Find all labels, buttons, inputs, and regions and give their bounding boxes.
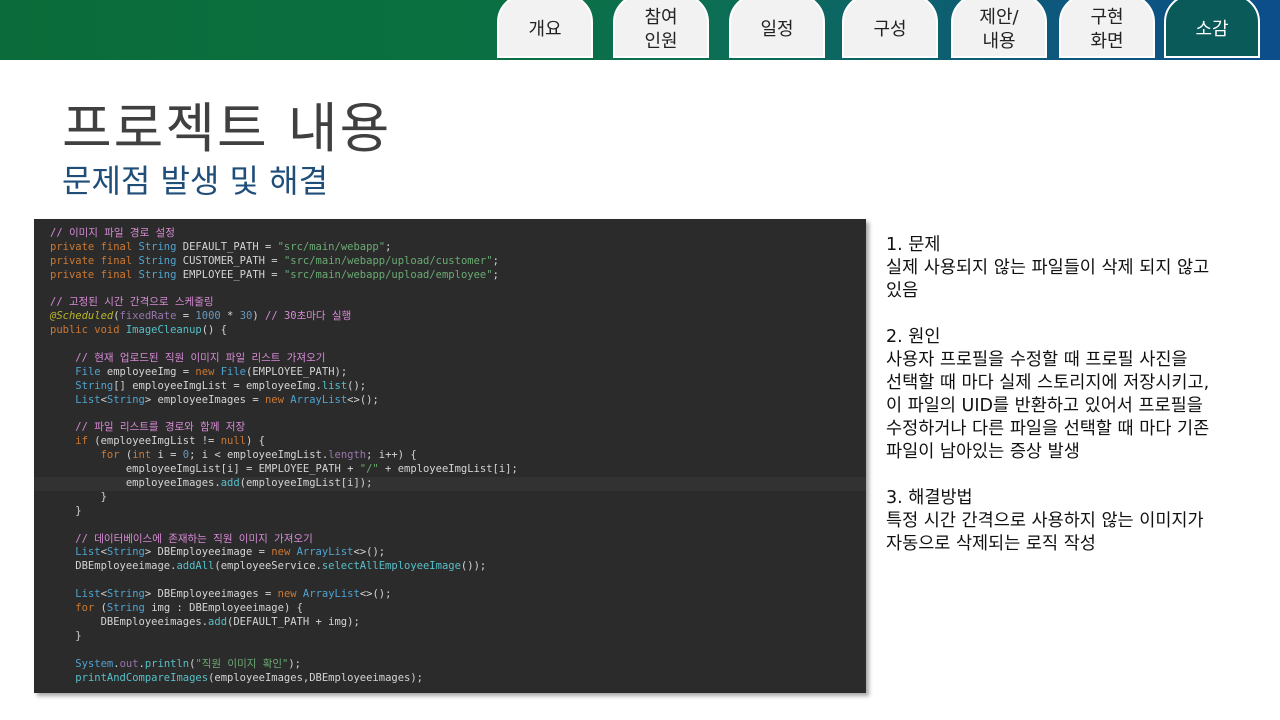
code-line: } xyxy=(50,490,107,503)
note-heading: 2. 원인 xyxy=(886,327,941,347)
code-line: private final String CUSTOMER_PATH = "sr… xyxy=(50,254,499,267)
code-line: public void ImageCleanup() { xyxy=(50,324,228,337)
note-body: 특정 시간 간격으로 사용하지 않는 이미지가 자동으로 삭제되는 로직 작성 xyxy=(886,511,1204,554)
note-body: 사용자 프로필을 수정할 때 프로필 사진을 선택할 때 마다 실제 스토리지에… xyxy=(886,350,1210,462)
note-cause: 2. 원인 사용자 프로필을 수정할 때 프로필 사진을 선택할 때 마다 실제… xyxy=(886,326,1266,464)
code-line: System.out.println("직원 이미지 확인"); xyxy=(75,657,302,670)
tab-reflection[interactable]: 소감 xyxy=(1164,0,1260,58)
tab-schedule-label: 일정 xyxy=(760,19,794,40)
code-line: if (employeeImgList != null) { xyxy=(75,435,265,448)
page-title: 프로젝트 내용 xyxy=(62,97,392,160)
code-line: // 고정된 시간 간격으로 스케줄링 xyxy=(50,296,214,309)
code-line: } xyxy=(50,629,82,642)
code-line: for (int i = 0; i < employeeImgList.leng… xyxy=(100,449,417,462)
code-line: // 데이터베이스에 존재하는 직원 이미지 가져오기 xyxy=(75,532,313,545)
tab-proposal[interactable]: 제안/ 내용 xyxy=(951,0,1047,58)
code-line: File employeeImg = new File(EMPLOYEE_PAT… xyxy=(75,365,348,378)
code-line: String[] employeeImgList = employeeImg.l… xyxy=(75,379,367,392)
note-heading: 3. 해결방법 xyxy=(886,488,973,508)
tab-structure[interactable]: 구성 xyxy=(842,0,938,58)
code-line: employeeImages.add(employeeImgList[i]); xyxy=(34,477,866,491)
code-line: @Scheduled(fixedRate = 1000 * 30) // 30초… xyxy=(50,310,352,323)
code-line: printAndCompareImages(employeeImages,DBE… xyxy=(75,671,423,684)
tab-implementation-label: 구현 화면 xyxy=(1090,7,1124,52)
page-subtitle: 문제점 발생 및 해결 xyxy=(62,162,329,200)
note-solution: 3. 해결방법 특정 시간 간격으로 사용하지 않는 이미지가 자동으로 삭제되… xyxy=(886,487,1266,556)
tab-members[interactable]: 참여 인원 xyxy=(613,0,709,58)
section-tabs: 개요 참여 인원 일정 구성 제안/ 내용 구현 화면 소감 xyxy=(0,0,1280,60)
tab-members-label: 참여 인원 xyxy=(644,7,678,52)
note-heading: 1. 문제 xyxy=(886,235,941,255)
code-line: DBEmployeeimage.addAll(employeeService.s… xyxy=(50,560,487,573)
code-line: DBEmployeeimages.add(DEFAULT_PATH + img)… xyxy=(50,615,360,628)
code-line: private final String DEFAULT_PATH = "src… xyxy=(50,240,392,253)
note-body: 실제 사용되지 않는 파일들이 삭제 되지 않고 있음 xyxy=(886,258,1210,301)
code-line: employeeImgList[i] = EMPLOYEE_PATH + "/"… xyxy=(50,463,518,476)
tab-structure-label: 구성 xyxy=(873,19,907,40)
code-line: // 파일 리스트를 경로와 함께 저장 xyxy=(75,421,246,434)
tab-implementation[interactable]: 구현 화면 xyxy=(1059,0,1155,58)
code-line: } xyxy=(50,504,82,517)
tab-overview[interactable]: 개요 xyxy=(497,0,593,58)
tab-schedule[interactable]: 일정 xyxy=(729,0,825,58)
tab-proposal-label: 제안/ 내용 xyxy=(979,7,1019,52)
code-line: List<String> DBEmployeeimages = new Arra… xyxy=(75,588,392,601)
tab-reflection-label: 소감 xyxy=(1195,19,1229,40)
code-block: // 이미지 파일 경로 설정 private final String DEFA… xyxy=(34,219,866,685)
code-line: List<String> employeeImages = new ArrayL… xyxy=(75,393,379,406)
code-line: // 이미지 파일 경로 설정 xyxy=(50,227,175,239)
note-problem: 1. 문제 실제 사용되지 않는 파일들이 삭제 되지 않고 있음 xyxy=(886,234,1266,303)
tab-overview-label: 개요 xyxy=(528,19,562,40)
code-line: private final String EMPLOYEE_PATH = "sr… xyxy=(50,268,499,281)
code-line: List<String> DBEmployeeimage = new Array… xyxy=(75,546,386,559)
notes-panel: 1. 문제 실제 사용되지 않는 파일들이 삭제 되지 않고 있음 2. 원인 … xyxy=(886,234,1266,579)
code-screenshot: // 이미지 파일 경로 설정 private final String DEFA… xyxy=(34,219,866,693)
code-line: // 현재 업로드된 직원 이미지 파일 리스트 가져오기 xyxy=(75,352,326,365)
code-line: for (String img : DBEmployeeimage) { xyxy=(75,602,303,615)
